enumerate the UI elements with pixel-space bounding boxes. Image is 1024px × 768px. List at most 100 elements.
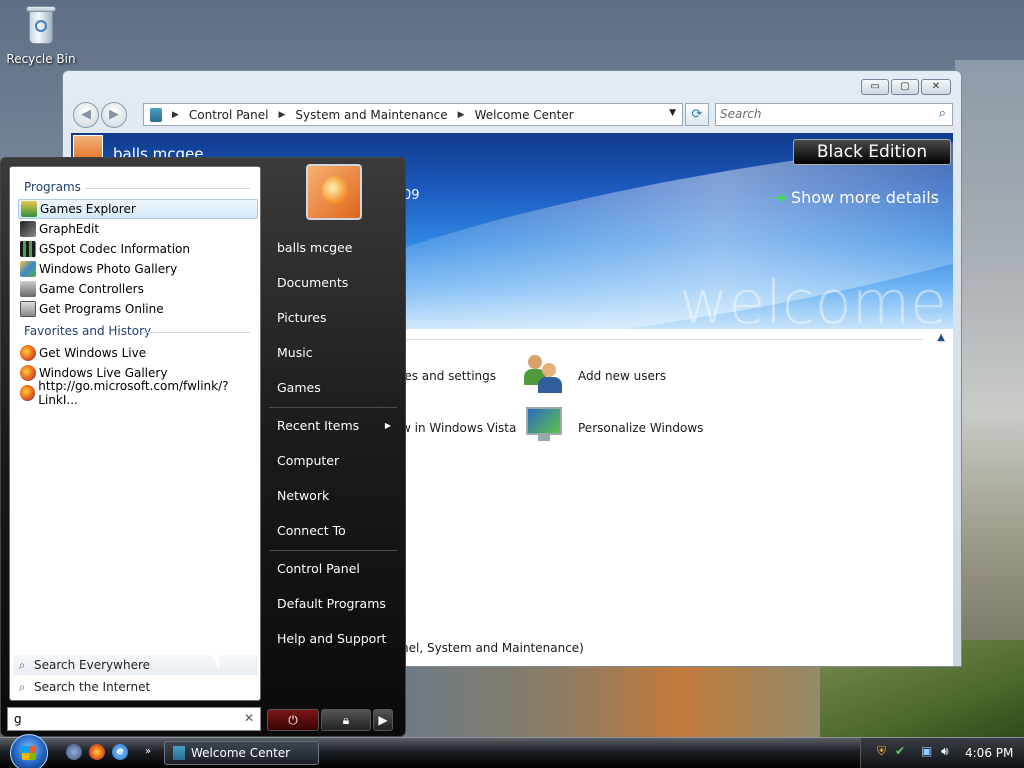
update-check-icon[interactable]: ✔ <box>895 744 905 758</box>
quicklaunch-more-icon[interactable]: » <box>140 744 156 760</box>
section-divider <box>85 188 250 189</box>
control-panel-icon <box>150 107 162 122</box>
firefox-quicklaunch-icon[interactable] <box>89 744 105 760</box>
start-item-music[interactable]: Music <box>269 339 397 367</box>
shutdown-options-button[interactable]: ▶ <box>373 709 393 731</box>
graphedit-icon <box>20 221 36 237</box>
security-shield-icon[interactable]: ⛨ <box>877 744 886 759</box>
clear-search-icon[interactable]: ✕ <box>244 711 254 725</box>
task-whats-new[interactable]: w in Windows Vista <box>401 421 516 435</box>
start-menu-left-pane: Programs Games Explorer GraphEdit GSpot … <box>9 166 261 701</box>
start-item-games[interactable]: Games <box>269 374 397 402</box>
search-internet-item[interactable]: ⌕ Search the Internet <box>14 677 258 697</box>
back-button[interactable]: ◀ <box>73 102 99 128</box>
breadcrumb-control-panel[interactable]: Control Panel <box>189 108 269 122</box>
search-internet-label: Search the Internet <box>34 680 151 694</box>
recycle-bin[interactable]: Recycle Bin <box>6 2 76 66</box>
firefox-icon <box>20 385 36 401</box>
breadcrumb-welcome-center[interactable]: Welcome Center <box>475 108 574 122</box>
maximize-button[interactable]: ▢ <box>891 79 919 95</box>
search-icon[interactable]: ⌕ <box>939 106 946 121</box>
program-label: Get Programs Online <box>39 302 164 316</box>
program-get-programs-online[interactable]: Get Programs Online <box>18 299 258 319</box>
system-tray: ⛨ ✔ ▣ 🔊︎ 4:06 PM <box>860 738 1024 768</box>
start-item-recent-items[interactable]: Recent Items ▶ <box>269 412 397 440</box>
chevron-right-icon: ▶ <box>378 713 388 727</box>
start-menu-divider <box>269 550 397 551</box>
favorites-header: Favorites and History <box>24 324 152 338</box>
start-menu: Programs Games Explorer GraphEdit GSpot … <box>0 157 406 737</box>
mouse-cursor <box>211 654 219 670</box>
program-gspot[interactable]: GSpot Codec Information <box>18 239 258 259</box>
program-photo-gallery[interactable]: Windows Photo Gallery <box>18 259 258 279</box>
favorite-label: Get Windows Live <box>39 346 147 360</box>
firefox-icon <box>20 365 36 381</box>
window-controls: ▭ ▢ ✕ <box>861 79 951 95</box>
chevron-right-icon[interactable]: ▶ <box>458 110 465 120</box>
program-label: Windows Photo Gallery <box>39 262 178 276</box>
power-buttons: ⏻ 🔒︎ ▶ <box>267 709 395 731</box>
edition-badge: Black Edition <box>793 139 951 165</box>
show-more-label: Show more details <box>790 188 939 207</box>
start-item-default-programs[interactable]: Default Programs <box>269 590 397 618</box>
windows-logo-icon <box>22 746 36 760</box>
program-label: Game Controllers <box>39 282 144 296</box>
start-item-computer[interactable]: Computer <box>269 447 397 475</box>
power-icon: ⏻ <box>288 713 298 727</box>
firefox-icon <box>20 345 36 361</box>
start-item-user-folder[interactable]: balls mcgee <box>269 234 397 262</box>
start-item-control-panel[interactable]: Control Panel <box>269 555 397 583</box>
control-panel-icon <box>173 746 185 760</box>
network-icon[interactable]: ▣ <box>921 744 932 758</box>
start-button[interactable] <box>10 734 48 768</box>
close-button[interactable]: ✕ <box>921 79 951 95</box>
minimize-button[interactable]: ▭ <box>861 79 889 95</box>
start-item-help-support[interactable]: Help and Support <box>269 625 397 653</box>
start-search-input[interactable]: g ✕ <box>7 707 261 731</box>
clock[interactable]: 4:06 PM <box>965 746 1013 760</box>
lock-button[interactable]: 🔒︎ <box>321 709 371 731</box>
program-game-controllers[interactable]: Game Controllers <box>18 279 258 299</box>
address-dropdown-icon[interactable]: ▼ <box>669 108 676 118</box>
task-files-settings[interactable]: les and settings <box>401 369 496 383</box>
program-games-explorer[interactable]: Games Explorer <box>18 199 258 219</box>
recycle-bin-icon <box>24 2 58 46</box>
taskbar-button-welcome-center[interactable]: Welcome Center <box>164 741 319 765</box>
task-personalize-windows[interactable]: Personalize Windows <box>578 421 703 435</box>
program-graphedit[interactable]: GraphEdit <box>18 219 258 239</box>
show-more-details-link[interactable]: ➜ Show more details <box>774 188 940 207</box>
collapse-icon[interactable]: ▲ <box>937 332 945 343</box>
breadcrumb-system-maintenance[interactable]: System and Maintenance <box>295 108 447 122</box>
volume-icon[interactable]: 🔊︎ <box>941 744 949 759</box>
game-controller-icon <box>20 281 36 297</box>
internet-explorer-icon[interactable]: e <box>112 744 128 760</box>
user-picture[interactable] <box>306 164 362 220</box>
favorite-fwlink[interactable]: http://go.microsoft.com/fwlink/?LinkI... <box>18 379 258 407</box>
task-add-new-users[interactable]: Add new users <box>578 369 666 383</box>
recycle-bin-label: Recycle Bin <box>6 52 76 66</box>
footer-location-text: nel, System and Maintenance) <box>401 641 584 655</box>
start-item-connect-to[interactable]: Connect To <box>269 517 397 545</box>
chevron-right-icon: ▶ <box>384 421 391 430</box>
start-item-pictures[interactable]: Pictures <box>269 304 397 332</box>
chevron-right-icon[interactable]: ▶ <box>172 110 179 120</box>
start-item-network[interactable]: Network <box>269 482 397 510</box>
games-explorer-icon <box>21 201 37 217</box>
favorite-label: http://go.microsoft.com/fwlink/?LinkI... <box>38 379 229 407</box>
show-desktop-icon[interactable] <box>66 744 82 760</box>
taskbar: e » Welcome Center ⛨ ✔ ▣ 🔊︎ 4:06 PM <box>0 734 1024 768</box>
start-item-documents[interactable]: Documents <box>269 269 397 297</box>
add-users-icon <box>524 353 564 393</box>
favorite-get-windows-live[interactable]: Get Windows Live <box>18 343 258 363</box>
chevron-right-icon[interactable]: ▶ <box>279 110 286 120</box>
gspot-icon <box>20 241 36 257</box>
address-bar[interactable]: ▶ Control Panel ▶ System and Maintenance… <box>143 103 683 126</box>
refresh-button[interactable]: ⟳ <box>685 103 709 126</box>
programs-header: Programs <box>24 180 81 194</box>
search-input[interactable]: Search ⌕ <box>715 103 953 126</box>
power-button[interactable]: ⏻ <box>267 709 319 731</box>
recent-items-label: Recent Items <box>277 418 360 433</box>
search-icon: ⌕ <box>18 679 26 694</box>
search-everywhere-item[interactable]: ⌕ Search Everywhere <box>14 655 258 675</box>
forward-button[interactable]: ▶ <box>101 102 127 128</box>
